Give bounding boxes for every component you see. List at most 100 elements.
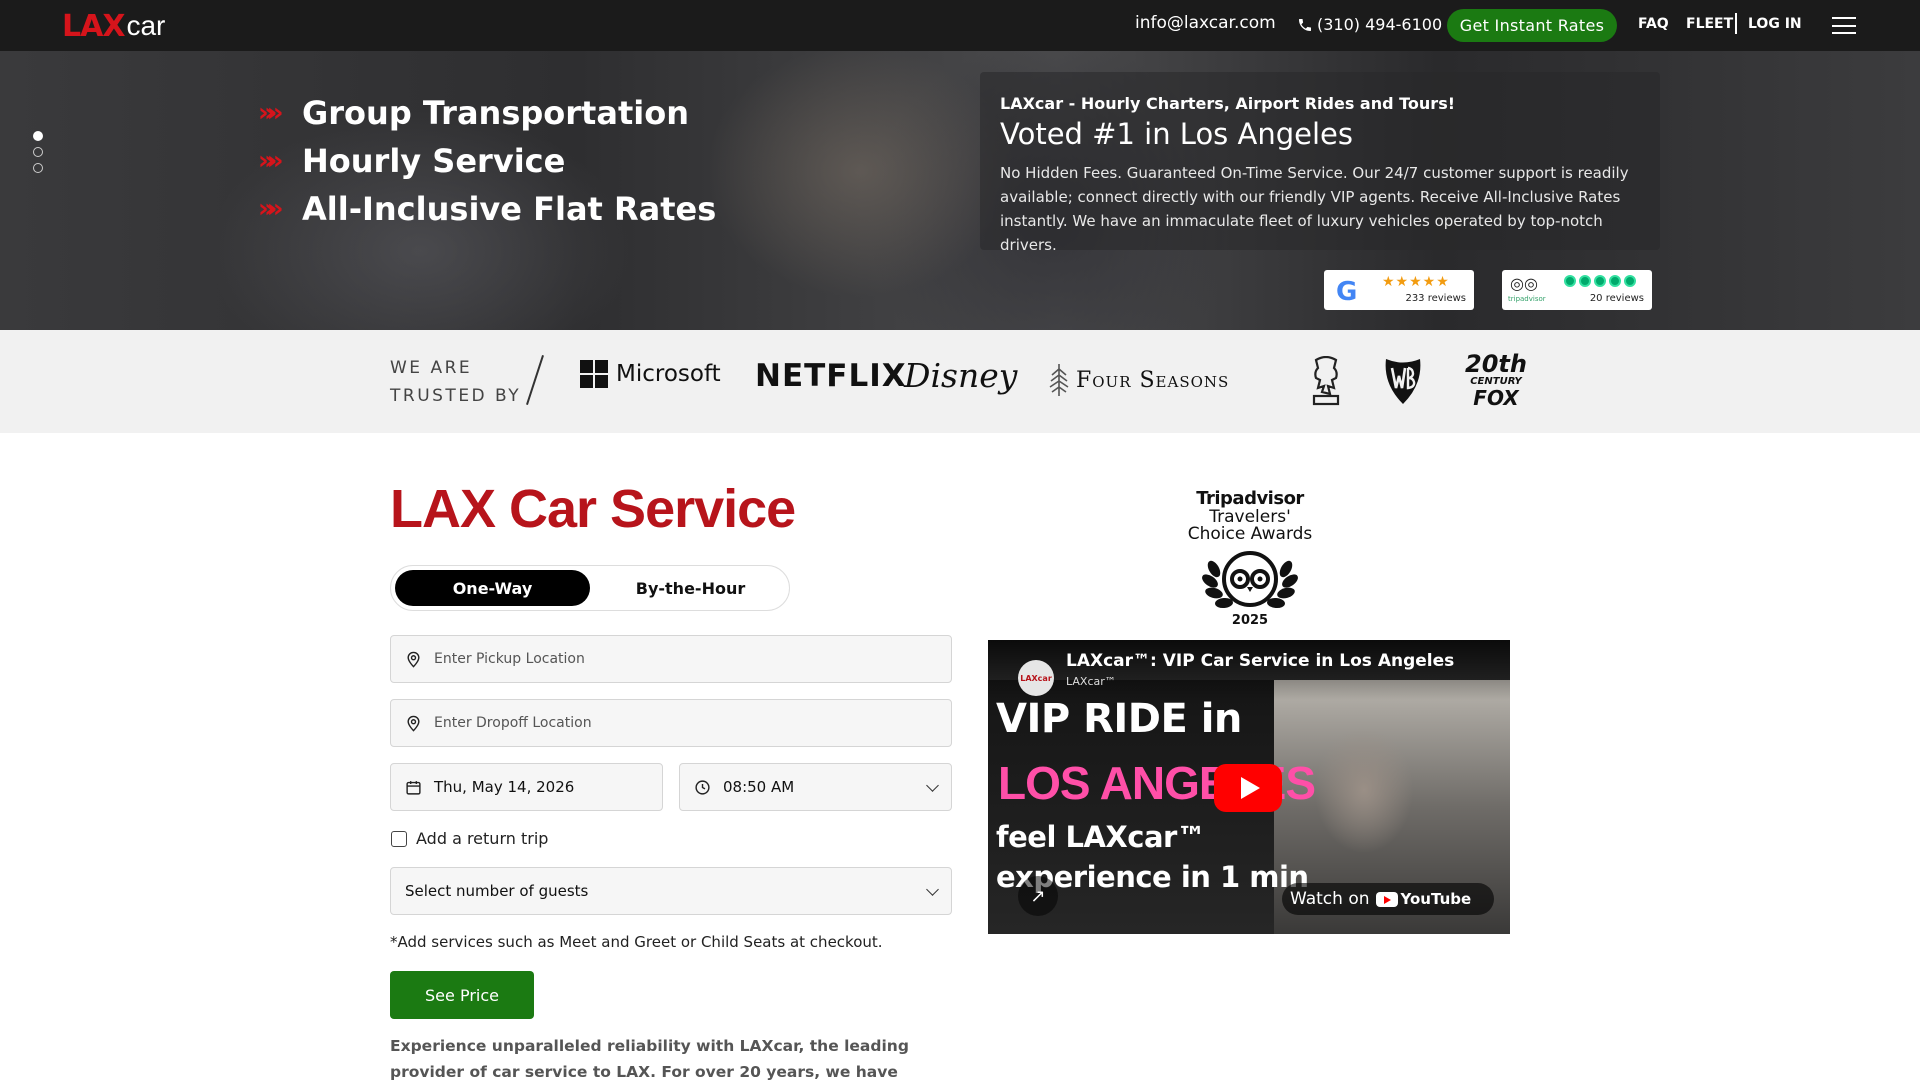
youtube-wordmark: YouTube	[1400, 890, 1472, 908]
microsoft-grid-icon	[580, 360, 608, 388]
trusted-divider	[526, 354, 544, 406]
tab-by-the-hour[interactable]: By-the-Hour	[594, 570, 787, 606]
trusted-by-label: WE ARE TRUSTED BY	[390, 354, 521, 410]
netflix-logo: NETFLIX	[755, 358, 907, 394]
carousel-dot-1[interactable]	[33, 131, 43, 141]
video-title[interactable]: LAXcar™: VIP Car Service in Los Angeles	[1066, 651, 1454, 671]
location-pin-icon	[407, 715, 420, 732]
thumbnail-text-line3: feel LAXcar™	[996, 820, 1206, 854]
email-link[interactable]: info@laxcar.com	[1135, 13, 1276, 33]
microsoft-logo: Microsoft	[580, 360, 721, 388]
nav-login[interactable]: LOG IN	[1748, 16, 1802, 32]
youtube-logo: YouTube	[1375, 890, 1472, 908]
channel-avatar[interactable]: LAXcar	[1018, 660, 1054, 696]
intro-paragraph: Experience unparalleled reliability with…	[390, 1037, 909, 1080]
google-review-count: 233 reviews	[1405, 293, 1466, 304]
nav-fleet[interactable]: FLEET	[1686, 16, 1733, 32]
hero-feature-item: »» All-Inclusive Flat Rates	[258, 185, 716, 233]
nav-divider	[1735, 13, 1737, 34]
chevron-down-icon	[926, 883, 939, 896]
laxcar-logo[interactable]: LAX car	[62, 8, 166, 44]
microsoft-wordmark: Microsoft	[616, 361, 721, 387]
ritz-carlton-lion-icon	[1308, 356, 1344, 406]
promo-description: No Hidden Fees. Guaranteed On-Time Servi…	[1000, 164, 1629, 254]
hero-feature-item: »» Hourly Service	[258, 137, 716, 185]
award-line3: Choice Awards	[1187, 524, 1313, 544]
date-picker[interactable]: Thu, May 14, 2026	[390, 763, 663, 811]
award-line1: Tripadvisor	[1196, 488, 1304, 509]
promo-headline: Voted #1 in Los Angeles	[1000, 117, 1353, 151]
hero-feature-text: Hourly Service	[302, 142, 566, 180]
services-note: *Add services such as Meet and Greet or …	[390, 933, 883, 951]
hero-promo-panel: LAXcar - Hourly Charters, Airport Rides …	[980, 72, 1660, 254]
get-instant-rates-button[interactable]: Get Instant Rates	[1447, 9, 1617, 42]
time-value: 08:50 AM	[723, 778, 795, 796]
fox-line3: FOX	[1473, 386, 1519, 410]
trusted-label-line2: TRUSTED BY	[390, 386, 522, 406]
trusted-by-strip: WE ARE TRUSTED BY Microsoft NETFLIX Disn…	[0, 330, 1920, 433]
top-navigation-bar: LAX car info@laxcar.com (310) 494-6100 G…	[0, 0, 1920, 51]
chevrons-icon: »»	[258, 98, 284, 128]
return-trip-checkbox[interactable]: Add a return trip	[391, 829, 548, 848]
play-button-icon[interactable]	[1214, 764, 1282, 812]
checkbox-box[interactable]	[391, 830, 407, 847]
carousel-dot-2[interactable]	[33, 147, 43, 157]
bubble-rating	[1564, 275, 1636, 287]
phone-icon	[1299, 18, 1311, 31]
logo-car-text: car	[126, 10, 166, 41]
carousel-dot-3[interactable]	[33, 163, 43, 173]
chevrons-icon: »»	[258, 194, 284, 224]
tripadvisor-review-count: 20 reviews	[1589, 293, 1644, 304]
fox-line1: 20th	[1465, 350, 1527, 378]
hero-feature-list: »» Group Transportation »» Hourly Servic…	[258, 89, 716, 233]
google-reviews-badge[interactable]: G ★★★★★ 233 reviews	[1324, 270, 1474, 310]
hero-feature-text: All-Inclusive Flat Rates	[302, 190, 717, 228]
logo-lax-text: LAX	[62, 8, 125, 44]
location-pin-icon	[407, 651, 420, 668]
hero-feature-item: »» Group Transportation	[258, 89, 716, 137]
chevrons-icon: »»	[258, 146, 284, 176]
dropoff-location-input[interactable]: Enter Dropoff Location	[390, 699, 952, 747]
star-rating: ★★★★★	[1382, 274, 1450, 290]
20th-century-fox-logo: 20th CENTURY FOX	[1465, 350, 1527, 410]
see-price-button[interactable]: See Price	[390, 971, 534, 1019]
four-seasons-tree-icon	[1049, 364, 1069, 396]
video-channel-name: LAXcar™	[1066, 675, 1116, 688]
thumbnail-text-line1: VIP RIDE in	[996, 696, 1242, 742]
calendar-icon	[406, 780, 421, 795]
phone-link[interactable]: (310) 494-6100	[1297, 15, 1442, 34]
carousel-dots	[33, 131, 43, 173]
date-value: Thu, May 14, 2026	[434, 778, 575, 796]
tripadvisor-award-badge: Tripadvisor Travelers' Choice Awards 202…	[1170, 488, 1330, 628]
nav-faq[interactable]: FAQ	[1638, 16, 1669, 32]
pickup-location-input[interactable]: Enter Pickup Location	[390, 635, 952, 683]
trusted-label-line1: WE ARE	[390, 358, 473, 378]
page-title: LAX Car Service	[390, 479, 796, 539]
tripadvisor-wordmark: tripadvisor	[1508, 295, 1546, 303]
share-icon[interactable]: ↗	[1018, 876, 1058, 916]
guests-placeholder: Select number of guests	[405, 882, 589, 900]
phone-number: (310) 494-6100	[1317, 15, 1443, 34]
youtube-video-embed[interactable]: LAXcar LAXcar™: VIP Car Service in Los A…	[988, 640, 1510, 934]
watch-on-youtube-button[interactable]: Watch on YouTube	[1282, 883, 1494, 915]
tab-one-way[interactable]: One-Way	[395, 570, 590, 606]
hamburger-menu-icon[interactable]	[1832, 17, 1856, 34]
google-icon: G	[1336, 277, 1358, 307]
chevron-down-icon	[926, 779, 939, 792]
trip-type-toggle: One-Way By-the-Hour	[390, 565, 790, 611]
laurel-owl-emblem-icon	[1190, 547, 1310, 617]
disney-logo: Disney	[904, 356, 1018, 395]
clock-icon	[695, 779, 710, 795]
warner-bros-shield-icon	[1383, 356, 1423, 406]
guests-select[interactable]: Select number of guests	[390, 867, 952, 915]
hero-feature-text: Group Transportation	[302, 94, 689, 132]
dropoff-placeholder: Enter Dropoff Location	[434, 715, 592, 731]
time-select[interactable]: 08:50 AM	[679, 763, 952, 811]
hero-banner: »» Group Transportation »» Hourly Servic…	[0, 51, 1920, 330]
tripadvisor-reviews-badge[interactable]: ◎◎ tripadvisor 20 reviews	[1502, 270, 1652, 310]
youtube-play-icon	[1375, 891, 1398, 907]
pickup-placeholder: Enter Pickup Location	[434, 651, 585, 667]
watch-on-label: Watch on	[1290, 889, 1370, 909]
promo-subtitle: LAXcar - Hourly Charters, Airport Rides …	[1000, 94, 1456, 113]
return-trip-label: Add a return trip	[416, 829, 549, 848]
